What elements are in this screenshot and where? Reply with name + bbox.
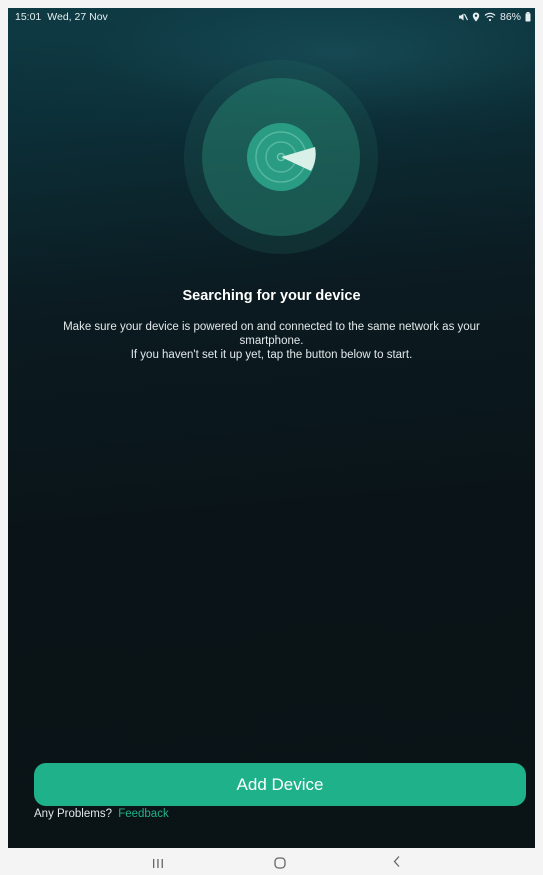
wifi-icon	[484, 12, 496, 22]
battery-text: 86%	[499, 11, 521, 23]
description-line-2: If you haven't set it up yet, tap the bu…	[130, 349, 413, 361]
status-time: 15:01	[15, 11, 42, 23]
radar-animation	[184, 60, 378, 254]
battery-icon	[525, 12, 531, 22]
status-bar: 15:01 Wed, 27 Nov 86%	[8, 8, 535, 26]
description-line-1: Make sure your device is powered on and …	[63, 321, 480, 347]
location-icon	[472, 12, 480, 22]
navigation-bar	[0, 848, 543, 875]
search-description: Make sure your device is powered on and …	[38, 320, 505, 362]
recents-icon[interactable]	[152, 856, 164, 874]
status-date: Wed, 27 Nov	[47, 11, 108, 23]
app-screen: 15:01 Wed, 27 Nov 86% Searching for your…	[8, 8, 535, 848]
back-icon[interactable]	[392, 855, 402, 873]
status-right: 86%	[458, 11, 531, 23]
feedback-link[interactable]: Feedback	[118, 808, 169, 820]
home-icon[interactable]	[274, 856, 286, 874]
radar-icon	[245, 121, 317, 193]
mute-icon	[458, 12, 468, 22]
radar-ring	[202, 78, 360, 236]
problems-label: Any Problems?	[34, 808, 112, 820]
add-device-button[interactable]: Add Device	[34, 763, 526, 806]
status-left: 15:01 Wed, 27 Nov	[15, 11, 108, 23]
page-title: Searching for your device	[182, 288, 361, 304]
problems-row: Any Problems? Feedback	[34, 808, 169, 820]
